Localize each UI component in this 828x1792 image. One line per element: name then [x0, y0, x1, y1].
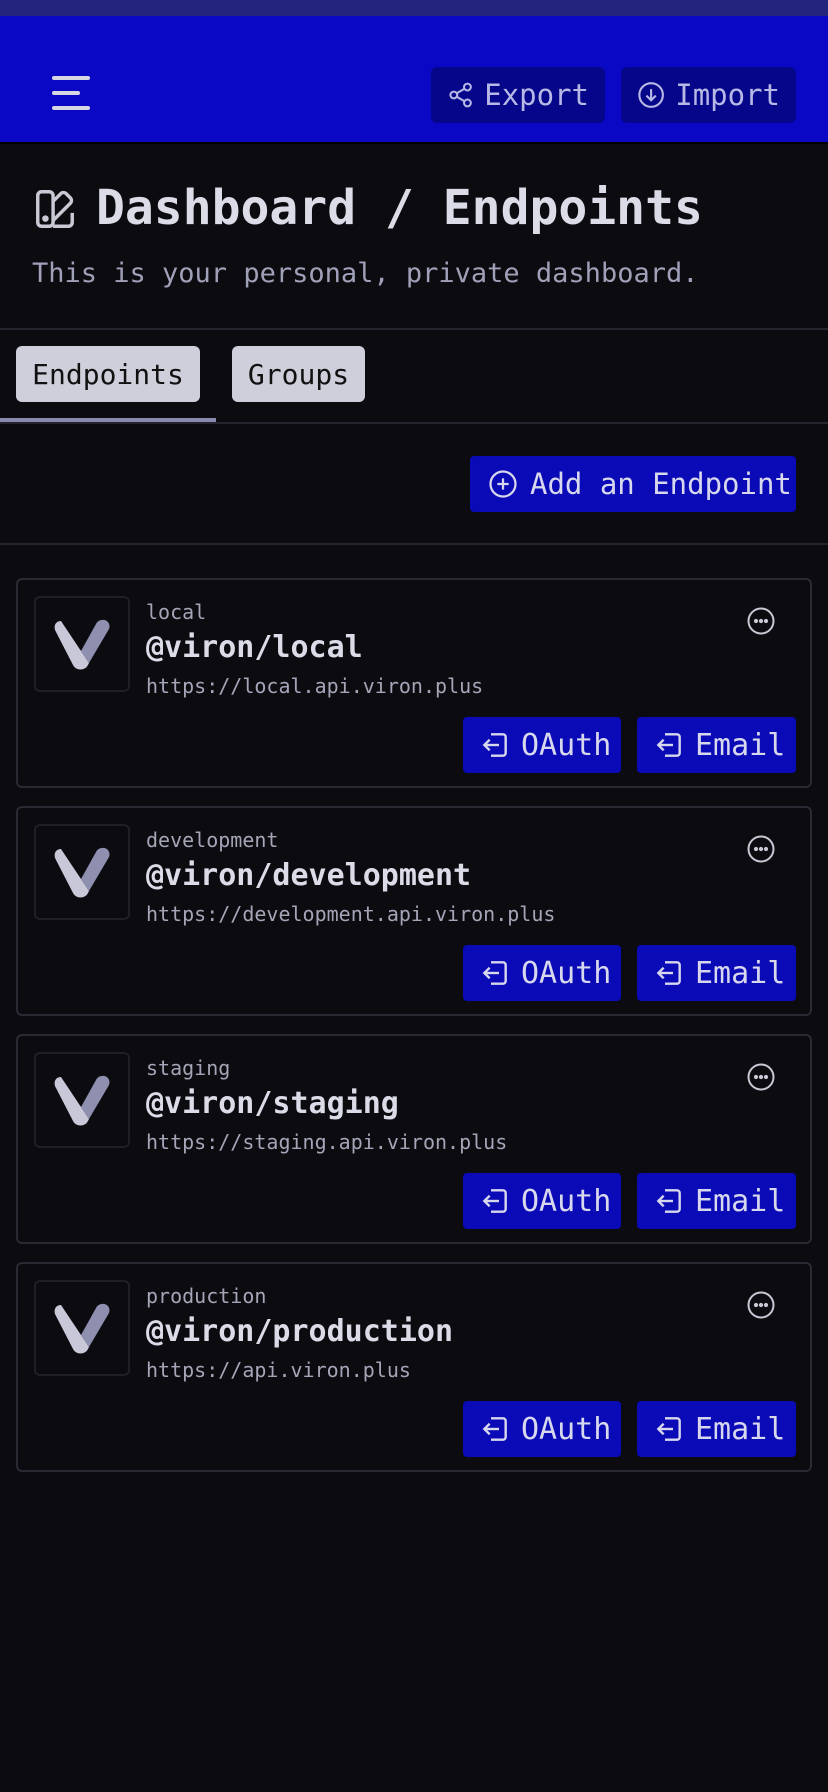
- divider: [0, 328, 828, 330]
- endpoint-label: production: [146, 1284, 267, 1308]
- export-button[interactable]: Export: [431, 67, 605, 123]
- page-title: Dashboard / Endpoints: [96, 180, 703, 236]
- endpoint-name: @viron/development: [146, 858, 472, 893]
- plus-circle-icon: [489, 470, 517, 498]
- import-button[interactable]: Import: [621, 67, 796, 123]
- viron-logo-icon: [54, 847, 110, 898]
- viron-logo-icon: [54, 1303, 110, 1354]
- oauth-label: OAuth: [521, 1411, 612, 1447]
- tab-groups-label: Groups: [247, 357, 350, 391]
- login-icon: [482, 1417, 507, 1441]
- email-label: Email: [695, 727, 786, 763]
- endpoint-url: https://api.viron.plus: [146, 1358, 411, 1382]
- email-label: Email: [695, 1183, 786, 1219]
- login-icon: [482, 733, 507, 757]
- endpoint-url: https://staging.api.viron.plus: [146, 1130, 508, 1154]
- endpoint-name: @viron/local: [146, 630, 363, 665]
- oauth-label: OAuth: [521, 1183, 612, 1219]
- share-nodes-icon: [449, 82, 472, 108]
- endpoint-card: production @viron/production https://api…: [16, 1262, 812, 1472]
- swatch-book-icon: [36, 190, 74, 228]
- email-label: Email: [695, 1411, 786, 1447]
- email-label: Email: [695, 955, 786, 991]
- viron-logo-icon: [54, 619, 110, 670]
- oauth-signin-button[interactable]: OAuth: [463, 717, 621, 773]
- page-subtitle: This is your personal, private dashboard…: [32, 258, 699, 289]
- endpoint-label: staging: [146, 1056, 231, 1080]
- login-icon: [482, 961, 507, 985]
- login-icon: [656, 733, 681, 757]
- divider: [0, 543, 828, 545]
- hamburger-menu-icon: [52, 76, 90, 80]
- login-icon: [656, 1417, 681, 1441]
- endpoint-thumbnail: [34, 596, 130, 692]
- oauth-signin-button[interactable]: OAuth: [463, 945, 621, 1001]
- endpoint-card: staging @viron/staging https://staging.a…: [16, 1034, 812, 1244]
- add-endpoint-button[interactable]: Add an Endpoint: [470, 456, 796, 512]
- endpoint-url: https://local.api.viron.plus: [146, 674, 484, 698]
- login-icon: [656, 961, 681, 985]
- tab-endpoints-label: Endpoints: [32, 357, 184, 391]
- endpoint-name: @viron/production: [146, 1314, 454, 1349]
- oauth-signin-button[interactable]: OAuth: [463, 1173, 621, 1229]
- login-icon: [482, 1189, 507, 1213]
- endpoint-thumbnail: [34, 824, 130, 920]
- app-header: Export Import: [0, 16, 828, 144]
- endpoint-url: https://development.api.viron.plus: [146, 902, 556, 926]
- endpoint-card: local @viron/local https://local.api.vir…: [16, 578, 812, 788]
- endpoint-thumbnail: [34, 1280, 130, 1376]
- more-options-icon[interactable]: [746, 834, 776, 864]
- more-options-icon[interactable]: [746, 1062, 776, 1092]
- email-signin-button[interactable]: Email: [637, 1173, 796, 1229]
- email-signin-button[interactable]: Email: [637, 1401, 796, 1457]
- email-signin-button[interactable]: Email: [637, 945, 796, 1001]
- viron-logo-icon: [54, 1075, 110, 1126]
- login-icon: [656, 1189, 681, 1213]
- more-options-icon[interactable]: [746, 1290, 776, 1320]
- endpoint-label: local: [146, 600, 207, 624]
- endpoint-card: development @viron/development https://d…: [16, 806, 812, 1016]
- endpoint-thumbnail: [34, 1052, 130, 1148]
- endpoint-name: @viron/staging: [146, 1086, 399, 1121]
- add-endpoint-label: Add an Endpoint: [530, 467, 792, 501]
- top-strip: [0, 0, 828, 16]
- menu-icon-line: [52, 106, 90, 110]
- tabs-divider: [0, 422, 828, 424]
- export-label: Export: [484, 78, 589, 112]
- endpoint-label: development: [146, 828, 279, 852]
- menu-icon-line: [52, 91, 80, 95]
- menu-button[interactable]: [52, 76, 92, 112]
- tab-endpoints[interactable]: Endpoints: [16, 346, 200, 402]
- active-tab-indicator: [0, 418, 216, 422]
- download-circle-icon: [638, 82, 664, 108]
- oauth-label: OAuth: [521, 727, 612, 763]
- more-options-icon[interactable]: [746, 606, 776, 636]
- tab-groups[interactable]: Groups: [232, 346, 365, 402]
- oauth-signin-button[interactable]: OAuth: [463, 1401, 621, 1457]
- oauth-label: OAuth: [521, 955, 612, 991]
- email-signin-button[interactable]: Email: [637, 717, 796, 773]
- import-label: Import: [675, 78, 780, 112]
